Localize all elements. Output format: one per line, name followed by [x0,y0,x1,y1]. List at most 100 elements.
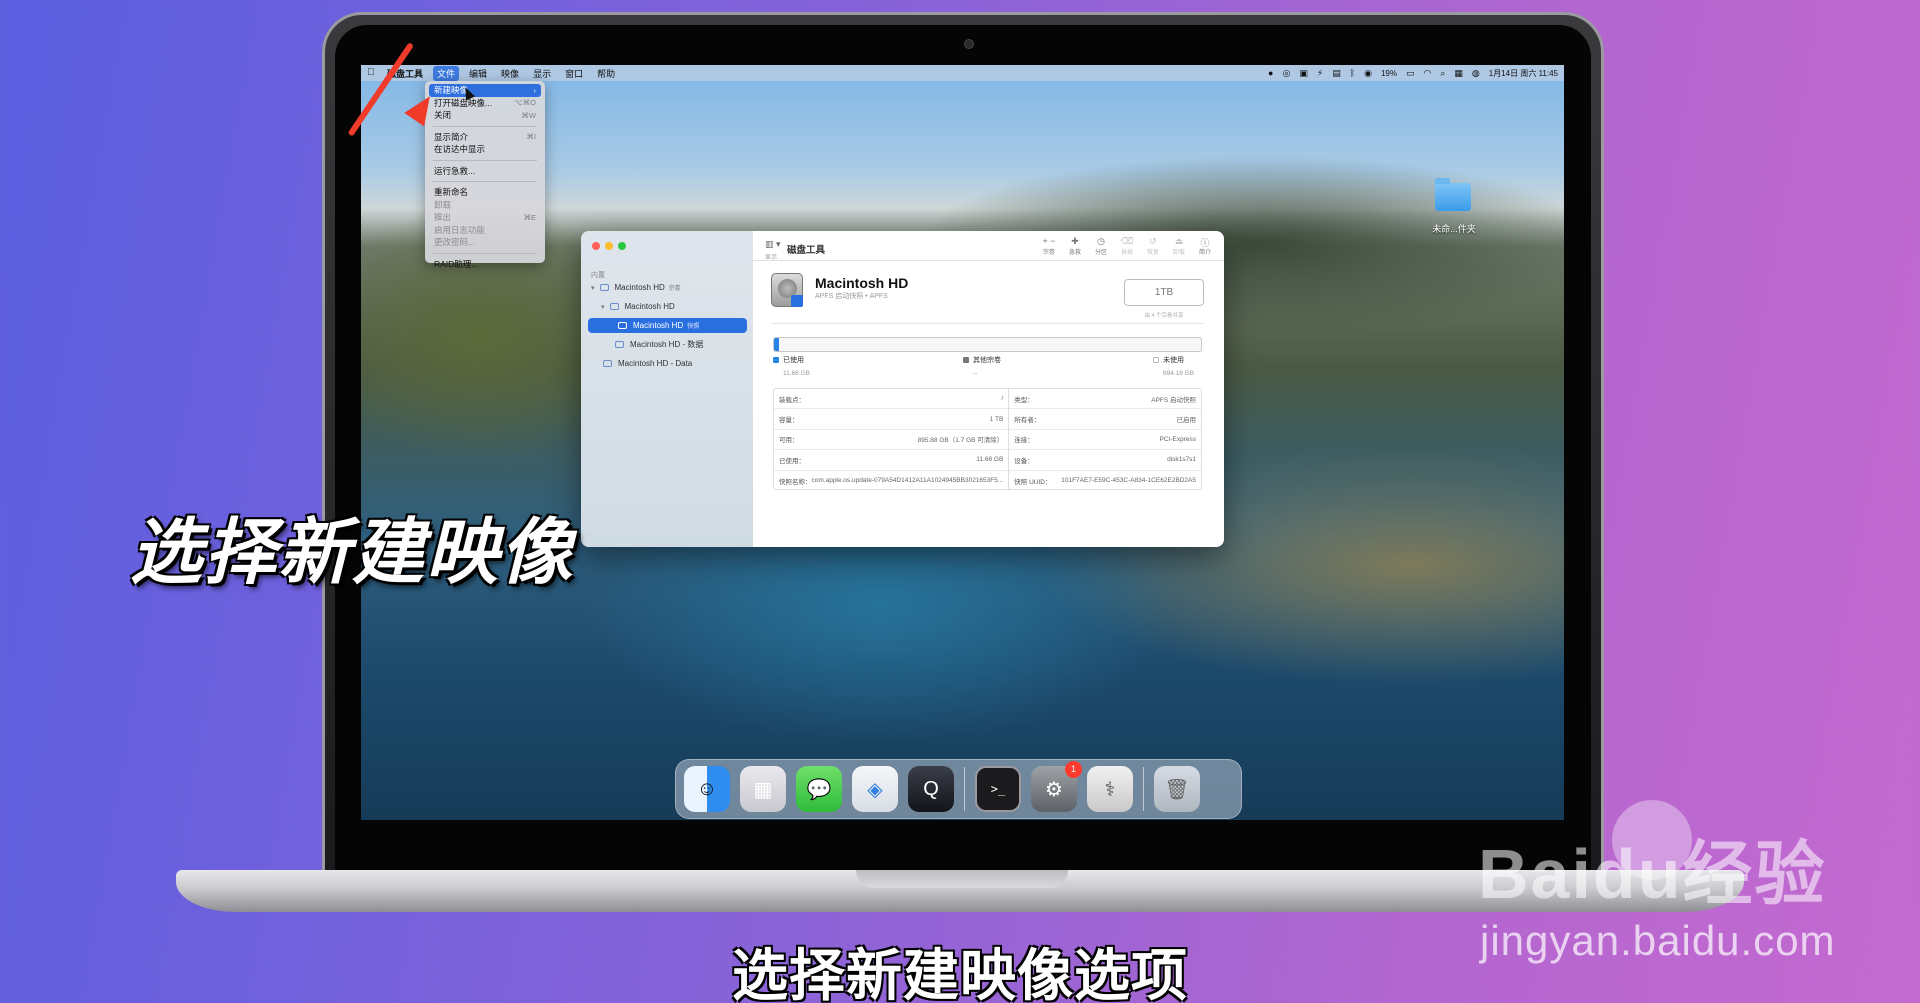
info-table: 装载点： / 容量： 1 TB 可用： 895.88 GB（1.7 GB 可清除） 已… [773,388,1202,490]
menu-help[interactable]: 帮助 [597,67,615,80]
sidebar-item-label: Macintosh HD - Data [618,359,693,368]
partition-button[interactable]: ◷ 分区 [1092,236,1110,256]
search-icon[interactable]: ⌕ [1440,68,1445,79]
menu-image[interactable]: 映像 [501,67,519,80]
sidebar-item-data-2[interactable]: Macintosh HD - Data [599,356,747,371]
minimize-button[interactable] [605,242,613,250]
clock[interactable]: 1月14日 周六 11:45 [1489,68,1558,79]
legend-used: 已使用 11.68 GB [773,355,810,377]
battery-percent[interactable]: 19% [1381,69,1397,78]
menu-item-label: 打开磁盘映像... [434,97,493,108]
menu-item-open-image[interactable]: 打开磁盘映像... ⌥⌘O [429,97,541,110]
menu-item-show-in-finder[interactable]: 在访达中显示 [429,143,541,156]
sidebar-item-data[interactable]: Macintosh HD - 数据 [611,337,747,352]
legend-label: 未使用 [1163,357,1184,364]
sidebar-item-label: Macintosh HD [633,321,684,330]
toolbar-buttons: + − 宗卷 ✚ 急救 ◷ 分区 ⌫ 抹掉 ↺ 恢复 ⏏ 卸载 ⓘ 简介 [1040,236,1214,256]
disclosure-icon[interactable]: ▾ [591,284,595,292]
info-column-right: 类型： APFS 启动快照 所有者： 已启用 连接： PCI-Express 设备： d… [1008,389,1201,489]
launchpad-icon[interactable]: ▦ [740,766,786,812]
restore-button[interactable]: ↺ 恢复 [1144,236,1162,256]
info-key: 类型： [1014,396,1034,404]
safari-icon[interactable]: ◈ [852,766,898,812]
disk-utility-icon[interactable]: ⚕ [1087,766,1133,812]
menu-item-close[interactable]: 关闭 ⌘W [429,109,541,122]
info-value: disk1s7s1 [1167,456,1196,464]
user-icon[interactable]: ◉ [1364,68,1372,79]
record-icon[interactable]: ● [1268,68,1273,78]
main-panel: ▥ ▾ 显示 磁盘工具 + − 宗卷 ✚ 急救 ◷ 分区 ⌫ 抹掉 ↺ 恢复 ⏏ 卸载 ⓘ 简… [753,231,1224,547]
info-value: 已启用 [1176,417,1197,425]
menu-file[interactable]: 文件 [433,65,460,81]
menu-item-eject[interactable]: 推出 ⌘E [429,211,541,224]
erase-button[interactable]: ⌫ 抹掉 [1118,236,1136,256]
folder-icon[interactable] [1435,178,1471,211]
laptop-notch [856,870,1068,888]
terminal-icon[interactable]: >_ [975,766,1021,812]
menu-item-first-aid[interactable]: 运行急救... [429,165,541,178]
info-button[interactable]: ⓘ 简介 [1196,236,1214,256]
first-aid-button[interactable]: ✚ 急救 [1066,236,1084,256]
menu-item-label: RAID助理... [434,258,479,269]
menu-item-label: 卸载 [434,199,452,210]
wifi-icon[interactable]: ◠ [1424,68,1432,79]
table-row: 类型： APFS 启动快照 [1009,389,1201,410]
finder-icon[interactable]: ☺ [684,766,730,812]
watermark-logo: Baidu经验 [1478,835,1827,913]
toolbar: ▥ ▾ 显示 磁盘工具 + − 宗卷 ✚ 急救 ◷ 分区 ⌫ 抹掉 ↺ 恢复 ⏏ 卸载 ⓘ 简… [753,231,1224,261]
step-caption: 选择新建映像 [130,513,575,593]
control-center-icon[interactable]: ▦ [1454,68,1463,79]
restore-icon: ↺ [1149,236,1157,246]
menu-item-change-password[interactable]: 更改密码... [429,236,541,249]
menu-item-rename[interactable]: 重新命名 [429,186,541,199]
menu-item-label: 推出 [434,212,452,223]
volume-button[interactable]: + − 宗卷 [1040,236,1058,256]
menu-item-raid-assistant[interactable]: RAID助理... [429,258,541,271]
status-area: ● ◎ ▣ ⚡ ▤ ᛒ ◉ 19% ▭ ◠ ⌕ ▦ ◍ 1月14日 周六 11:… [1268,65,1558,81]
info-value: 1 TB [989,415,1004,423]
system-preferences-icon[interactable]: ⚙ 1 [1031,761,1082,812]
trash-icon[interactable]: 🗑 [1154,766,1200,812]
info-value: 11.68 GB [976,456,1004,464]
table-row: 连接： PCI-Express [1009,430,1201,451]
toolbar-button-label: 简介 [1198,250,1211,256]
quicktime-icon[interactable]: Q [908,766,954,812]
menu-item-get-info[interactable]: 显示简介 ⌘I [429,131,541,144]
battery-icon[interactable]: ▭ [1406,68,1415,79]
menu-item-new-image[interactable]: 新建映像 › [429,84,541,97]
menu-item-label: 在访达中显示 [434,144,486,155]
info-key: 快照名称： [779,478,812,486]
sidebar-item-volume[interactable]: ▾ Macintosh HD [599,299,739,314]
apple-icon[interactable]:  [367,68,377,78]
input-method-icon[interactable]: ▤ [1332,68,1341,79]
disclosure-icon[interactable]: ▾ [601,303,605,311]
sidebar-item-tag: 快照 [687,324,700,330]
dock-separator [964,767,965,811]
menu-view[interactable]: 显示 [533,67,551,80]
menu-edit[interactable]: 编辑 [469,67,487,80]
screen-mirror-icon[interactable]: ◎ [1282,68,1290,79]
menu-item-label: 启用日志功能 [434,224,486,235]
legend-other-volumes: 其他宗卷 -- [963,355,1001,377]
window-controls [592,242,626,250]
menu-item-enable-journaling[interactable]: 启用日志功能 [429,224,541,237]
legend-value: -- [973,370,978,377]
bluetooth-icon[interactable]: ᛒ [1350,68,1355,78]
close-button[interactable] [592,242,600,250]
zoom-button[interactable] [618,242,626,250]
sidebar-item-container[interactable]: ▾ Macintosh HD 宗卷 [589,280,739,295]
unmount-button[interactable]: ⏏ 卸载 [1170,236,1188,256]
menu-window[interactable]: 窗口 [565,67,583,80]
messages-icon[interactable]: 💬 [796,766,842,812]
siri-icon[interactable]: ◍ [1472,68,1480,79]
sidebar-item-snapshot[interactable]: Macintosh HD 快照 [588,318,747,333]
sidebar: 内置 ▾ Macintosh HD 宗卷 ▾ Macintosh HD Maci… [581,231,753,547]
info-key: 容量： [779,417,799,425]
folder-label[interactable]: 未命...件夹 [1419,222,1489,235]
sidebar-toggle-icon[interactable]: ▥ ▾ [765,239,781,250]
t-icon[interactable]: ▣ [1299,68,1308,79]
menu-item-unmount[interactable]: 卸载 [429,199,541,212]
sidebar-header: 内置 [591,272,605,279]
bolt-icon[interactable]: ⚡ [1317,68,1323,79]
subtitle: 选择新建映像选项 [732,944,1188,1003]
